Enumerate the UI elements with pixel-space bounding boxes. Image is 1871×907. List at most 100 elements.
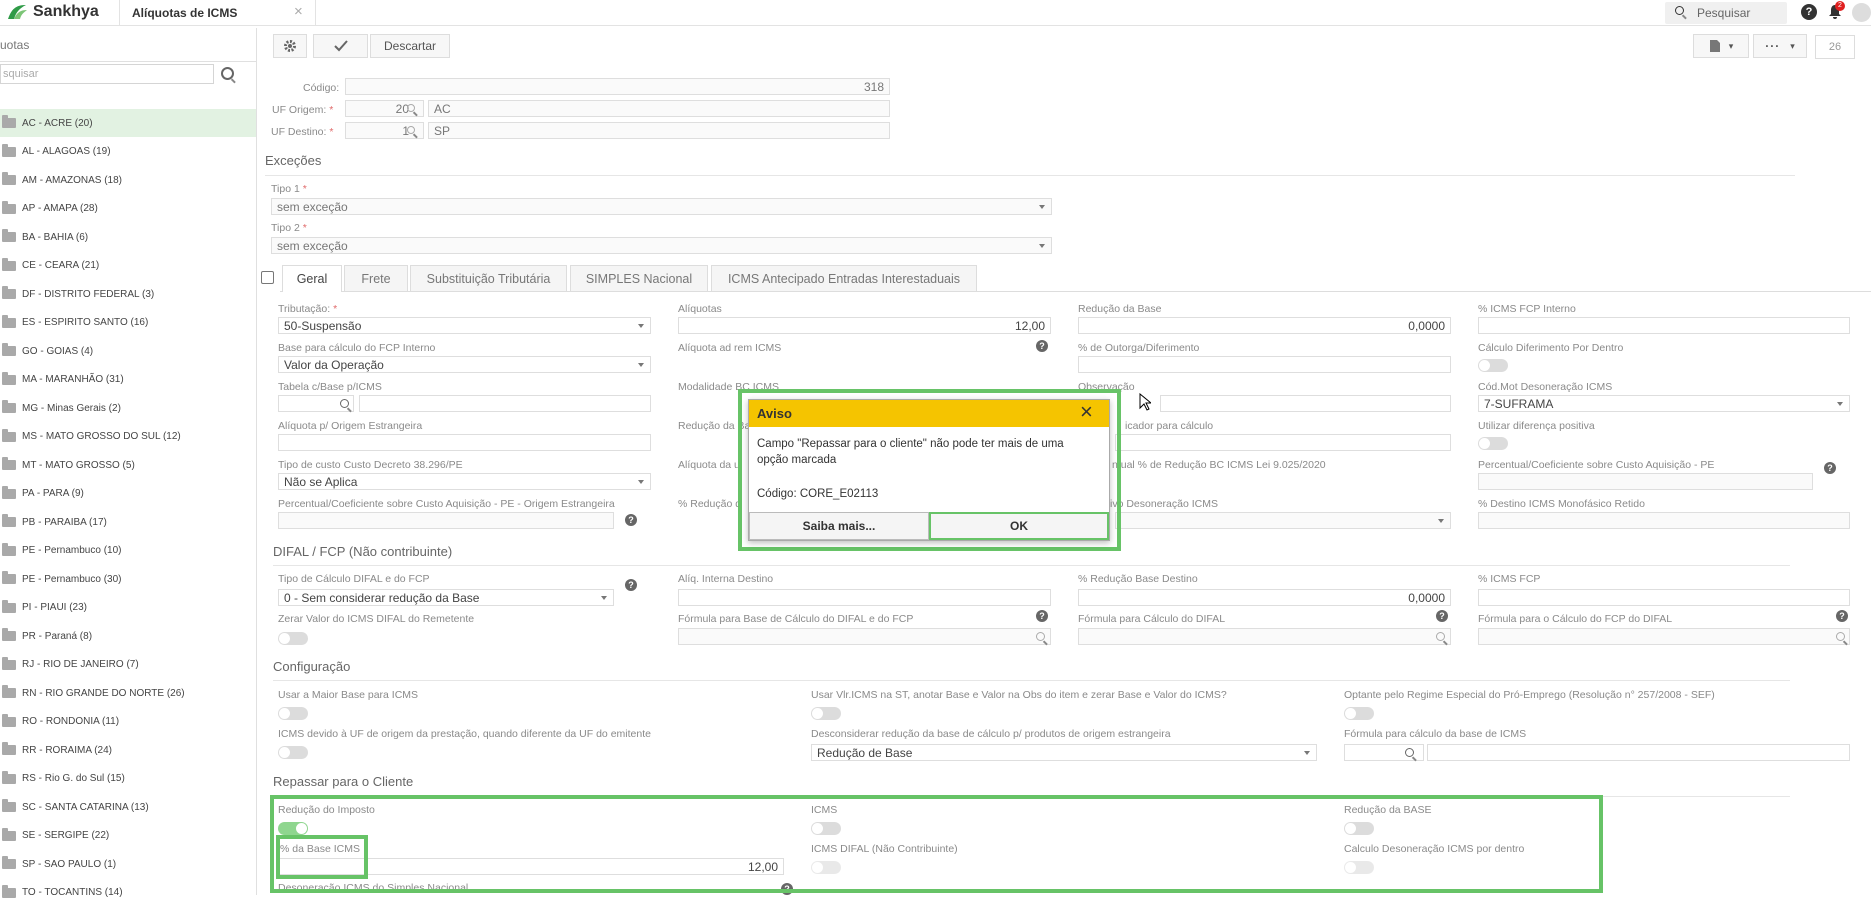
avatar[interactable]	[1852, 3, 1871, 22]
tributacao-select[interactable]: 50-Suspensão	[278, 317, 651, 334]
sidebar-item[interactable]: ES - ESPIRITO SANTO (16)	[0, 309, 256, 337]
tipo-calc-select[interactable]: 0 - Sem considerar redução da Base	[278, 589, 614, 606]
icms-devido-toggle[interactable]	[278, 746, 308, 759]
help-icon[interactable]: ?	[625, 514, 637, 526]
help-icon[interactable]: ?	[1824, 462, 1836, 474]
reducao-base-field[interactable]: 0,0000	[1078, 317, 1451, 334]
sidebar-item[interactable]: RN - RIO GRANDE DO NORTE (26)	[0, 679, 256, 707]
sidebar-item[interactable]: MG - Minas Gerais (2)	[0, 394, 256, 422]
page-number[interactable]: 26	[1815, 35, 1855, 59]
desoneracao-select[interactable]	[1115, 512, 1451, 529]
tab-3[interactable]: SIMPLES Nacional	[570, 265, 708, 291]
observacao-field[interactable]	[1160, 395, 1451, 412]
desconsiderar-select[interactable]: Redução de Base	[811, 744, 1317, 761]
perc-coef-est-field[interactable]	[278, 512, 614, 529]
sidebar-item[interactable]: DF - DISTRITO FEDERAL (3)	[0, 280, 256, 308]
sidebar-item[interactable]: PI - PIAUI (23)	[0, 594, 256, 622]
sidebar-search-input[interactable]: squisar	[0, 64, 214, 84]
sidebar-item[interactable]: PE - Pernambuco (30)	[0, 565, 256, 593]
sidebar-item[interactable]: SE - SERGIPE (22)	[0, 822, 256, 850]
formula-difal-field[interactable]	[1078, 628, 1451, 645]
optante-toggle[interactable]	[1344, 707, 1374, 720]
sidebar-item[interactable]: AP - AMAPA (28)	[0, 195, 256, 223]
base-fcp-select[interactable]: Valor da Operação	[278, 356, 651, 373]
sidebar-item[interactable]: SC - SANTA CATARINA (13)	[0, 793, 256, 821]
global-search[interactable]: Pesquisar	[1665, 2, 1787, 24]
fcp-interno-field[interactable]	[1478, 317, 1850, 334]
lookup-icon[interactable]	[340, 399, 349, 408]
sidebar-item[interactable]: RO - RONDONIA (11)	[0, 708, 256, 736]
tab-2[interactable]: Substituição Tributária	[410, 265, 567, 291]
sidebar-item-label: CE - CEARA (21)	[22, 260, 100, 271]
outorga-field[interactable]	[1078, 356, 1451, 373]
sidebar-item[interactable]: MA - MARANHÃO (31)	[0, 366, 256, 394]
sidebar-item[interactable]: SP - SAO PAULO (1)	[0, 850, 256, 878]
aliq-int-field[interactable]	[678, 589, 1051, 606]
sidebar-item[interactable]: BA - BAHIA (6)	[0, 223, 256, 251]
sidebar-item[interactable]: AC - ACRE (20)	[0, 109, 256, 137]
sidebar-item[interactable]: PB - PARAIBA (17)	[0, 508, 256, 536]
lookup-icon[interactable]	[407, 104, 415, 112]
ok-button[interactable]: OK	[929, 512, 1109, 540]
sidebar-item[interactable]: PR - Paraná (8)	[0, 622, 256, 650]
sidebar-item[interactable]: GO - GOIAS (4)	[0, 337, 256, 365]
bell-icon[interactable]: 2	[1828, 1, 1845, 20]
dest-mono-field[interactable]	[1478, 512, 1850, 529]
sidebar-item[interactable]: CE - CEARA (21)	[0, 252, 256, 280]
help-icon[interactable]: ?	[1036, 610, 1048, 622]
perc-coef-field[interactable]	[1478, 473, 1813, 490]
sidebar-item[interactable]: PA - PARA (9)	[0, 480, 256, 508]
cod-mot-select[interactable]: 7-SUFRAMA	[1478, 395, 1850, 412]
help-icon[interactable]: ?	[1036, 340, 1048, 352]
export-button[interactable]: ▾	[1693, 34, 1749, 58]
close-tab-icon[interactable]: ×	[294, 3, 303, 20]
indicador-field[interactable]	[1115, 434, 1451, 451]
help-icon[interactable]: ?	[1436, 610, 1448, 622]
formula-fcp-label: Fórmula para o Cálculo do FCP do DIFAL	[1478, 613, 1673, 625]
codigo-field[interactable]: 318	[345, 78, 890, 95]
tipo1-select[interactable]: sem exceção	[271, 198, 1052, 215]
help-icon[interactable]: ?	[1836, 610, 1848, 622]
tab-1[interactable]: Frete	[344, 265, 408, 291]
sidebar-item[interactable]: RJ - RIO DE JANEIRO (7)	[0, 651, 256, 679]
formula-base-field[interactable]	[678, 628, 1051, 645]
close-icon[interactable]: ×	[1080, 401, 1093, 423]
saiba-mais-button[interactable]: Saiba mais...	[749, 512, 929, 540]
sidebar-item[interactable]: RS - Rio G. do Sul (15)	[0, 765, 256, 793]
icms-fcp-field[interactable]	[1478, 589, 1850, 606]
lookup-icon[interactable]	[407, 126, 415, 134]
sidebar-item[interactable]: RR - RORAIMA (24)	[0, 736, 256, 764]
sidebar-search-icon[interactable]	[221, 67, 234, 80]
more-button[interactable]: ··· ▾	[1753, 34, 1807, 58]
aliq-orig-field[interactable]	[278, 434, 651, 451]
red-base-dest-field[interactable]: 0,0000	[1078, 589, 1451, 606]
tab-title[interactable]: Alíquotas de ICMS	[132, 6, 237, 20]
lookup-icon[interactable]	[1436, 632, 1445, 641]
sidebar-item[interactable]: TO - TOCANTINS (14)	[0, 879, 256, 907]
formula-fcp-field[interactable]	[1478, 628, 1850, 645]
aliquotas-field[interactable]: 12,00	[678, 317, 1051, 334]
tab-4[interactable]: ICMS Antecipado Entradas Interestaduais	[711, 265, 977, 291]
sidebar-item[interactable]: AM - AMAZONAS (18)	[0, 166, 256, 194]
settings-button[interactable]	[273, 34, 307, 58]
help-icon[interactable]: ?	[1801, 4, 1817, 20]
vlr-icms-st-toggle[interactable]	[811, 707, 841, 720]
lookup-icon[interactable]	[1405, 748, 1414, 757]
help-icon[interactable]: ?	[625, 579, 637, 591]
sidebar-item[interactable]: PE - Pernambuco (10)	[0, 537, 256, 565]
tipo-custo-select[interactable]: Não se Aplica	[278, 473, 651, 490]
sidebar-item[interactable]: MT - MATO GROSSO (5)	[0, 451, 256, 479]
calc-dif-toggle[interactable]	[1478, 359, 1508, 372]
zerar-toggle[interactable]	[278, 632, 308, 645]
copy-icon[interactable]	[261, 271, 274, 284]
lookup-icon[interactable]	[1036, 632, 1045, 641]
sidebar-item[interactable]: MS - MATO GROSSO DO SUL (12)	[0, 423, 256, 451]
tipo2-select[interactable]: sem exceção	[271, 237, 1052, 254]
discard-button[interactable]: Descartar	[370, 34, 450, 58]
tab-0[interactable]: Geral	[282, 265, 342, 292]
confirm-button[interactable]	[313, 34, 368, 58]
util-dif-toggle[interactable]	[1478, 437, 1508, 450]
sidebar-item[interactable]: AL - ALAGOAS (19)	[0, 138, 256, 166]
maior-base-toggle[interactable]	[278, 707, 308, 720]
lookup-icon[interactable]	[1836, 632, 1845, 641]
